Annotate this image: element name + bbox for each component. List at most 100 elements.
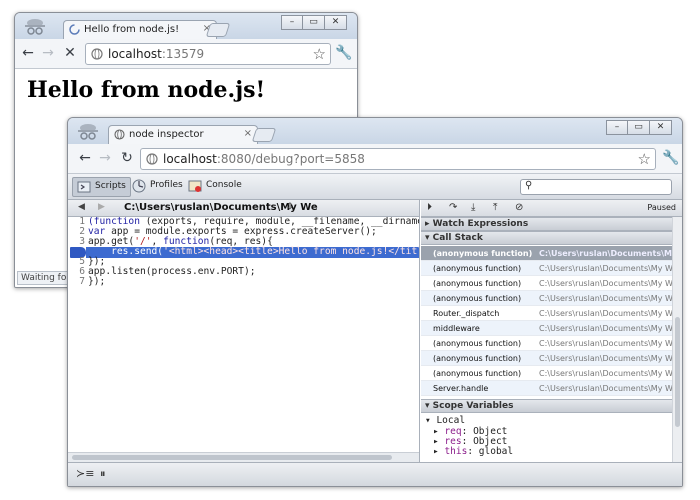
call-frame[interactable]: (anonymous function) C:\Users\ruslan\Docu… [421, 336, 682, 351]
call-frame[interactable]: (anonymous function) C:\Users\ruslan\Docu… [421, 351, 682, 366]
frame-location: C:\Users\ruslan\Documents\My We... [539, 339, 683, 348]
tab-scripts[interactable]: Scripts [72, 177, 131, 197]
minimize-button[interactable]: – [281, 15, 303, 30]
step-over-icon[interactable]: ↷ [449, 202, 457, 213]
incognito-icon [25, 19, 45, 35]
scope-var-this[interactable]: ▸ this: global [433, 446, 513, 457]
horizontal-scrollbar[interactable] [68, 452, 419, 462]
console-toggle-icon[interactable]: ≻≡ [76, 467, 94, 480]
source-pane: ◀ ▶ C:\Users\ruslan\Documents\My We ⇕ 1 … [68, 200, 420, 462]
globe-icon [146, 153, 158, 165]
minimize-button[interactable]: – [606, 120, 628, 135]
frame-location: C:\Users\ruslan\Documents\My We... [539, 264, 683, 273]
code-line: app.listen(process.env.PORT); [88, 266, 256, 277]
search-input[interactable]: ⚲ [520, 179, 672, 195]
tab-hello[interactable]: Hello from node.js! × [63, 20, 217, 40]
incognito-icon [78, 124, 98, 140]
url-port: :13579 [161, 47, 205, 61]
window-controls: – ▭ ✕ [606, 120, 672, 135]
paused-status: Paused [647, 203, 676, 212]
status-bubble: Waiting for [17, 271, 75, 285]
scope-variables-header[interactable]: ▾ Scope Variables [421, 399, 682, 413]
bookmark-star-icon[interactable]: ☆ [313, 45, 326, 63]
devtools-panel: Scripts Profiles Console ⚲ ◀ ▶ C:\Users\… [68, 174, 682, 486]
address-bar[interactable]: localhost:8080/debug?port=5858 ☆ [140, 148, 656, 170]
frame-location: C:\Users\ruslan\Documents\My We... [539, 309, 683, 318]
line-number[interactable]: 3 [68, 237, 85, 247]
tab-console[interactable]: Console [184, 177, 246, 197]
step-out-icon[interactable]: ⤒ [493, 202, 497, 213]
file-selector-arrows-icon[interactable]: ⇕ [286, 202, 294, 212]
step-into-icon[interactable]: ⤓ [471, 202, 475, 213]
browser-toolbar: ← → ↻ localhost:8080/debug?port=5858 ☆ 🔧 [68, 144, 682, 174]
new-tab-button[interactable] [205, 23, 231, 37]
call-frame[interactable]: Router._dispatch C:\Users\ruslan\Document… [421, 306, 682, 321]
call-frame[interactable]: (anonymous function) C:\Users\ruslan\Docu… [421, 366, 682, 381]
frame-location: C:\Users\ruslan\Documents\My We... [539, 279, 683, 288]
close-button[interactable]: ✕ [325, 15, 347, 30]
call-frame[interactable]: (anonymous function) C:\Users\ruslan\Docu… [421, 291, 682, 306]
globe-icon [91, 48, 103, 60]
line-number[interactable]: 7 [68, 277, 85, 287]
close-button[interactable]: ✕ [650, 120, 672, 135]
tab-title: node inspector [129, 129, 204, 140]
wrench-icon[interactable]: 🔧 [662, 150, 679, 166]
watch-expressions-header[interactable]: ▸ Watch Expressions [421, 217, 682, 231]
debugger-toolbar: ⏵ ↷ ⤓ ⤒ ⊘ Paused [421, 200, 682, 217]
bookmark-star-icon[interactable]: ☆ [638, 150, 651, 168]
call-frame[interactable]: (anonymous function) C:\Users\ruslan\Docu… [421, 276, 682, 291]
frame-function: (anonymous function) [433, 279, 522, 288]
address-bar[interactable]: localhost:13579 ☆ [85, 43, 331, 65]
forward-arrow-icon[interactable]: ▶ [98, 202, 105, 212]
back-arrow-icon[interactable]: ← [19, 45, 37, 61]
frame-location: C:\Users\ruslan\Documents\My We... [539, 249, 682, 258]
wrench-icon[interactable]: 🔧 [335, 45, 352, 61]
tab-profiles[interactable]: Profiles [128, 177, 187, 197]
vertical-scrollbar[interactable] [672, 217, 682, 462]
frame-location: C:\Users\ruslan\Documents\My We... [539, 324, 683, 333]
code-editor[interactable]: 1 (function (exports, require, module, _… [68, 217, 419, 452]
reload-icon[interactable]: ↻ [118, 150, 136, 166]
pause-on-exceptions-icon[interactable]: ⏸ [100, 467, 106, 481]
forward-arrow-icon[interactable]: → [96, 150, 114, 166]
frame-function: Server.handle [433, 384, 489, 393]
tab-label: Console [206, 180, 242, 190]
call-frame[interactable]: middleware C:\Users\ruslan\Documents\My W… [421, 321, 682, 336]
frame-location: C:\Users\ruslan\Documents\My We... [539, 294, 683, 303]
debugger-sidebar: ⏵ ↷ ⤓ ⤒ ⊘ Paused ▸ Watch Expressions ▾ C… [421, 200, 682, 462]
scripts-icon [77, 181, 91, 193]
resume-icon[interactable]: ⏵ [427, 202, 432, 213]
new-tab-button[interactable] [251, 128, 277, 142]
stop-icon[interactable]: ✕ [61, 45, 79, 61]
window-controls: – ▭ ✕ [281, 15, 347, 30]
call-frame[interactable]: Server.handle C:\Users\ruslan\Documents\M… [421, 381, 682, 396]
maximize-button[interactable]: ▭ [303, 15, 325, 30]
browser-window-inspector: node inspector × – ▭ ✕ ← → ↻ localhost:8… [67, 117, 683, 487]
profiles-icon [132, 179, 146, 193]
title-bar[interactable]: node inspector × – ▭ ✕ [68, 118, 682, 145]
frame-location: C:\Users\ruslan\Documents\My We... [539, 369, 683, 378]
code-line: res.send('<html><head><title>Hello from … [88, 246, 419, 257]
loading-icon [69, 24, 80, 35]
devtools-statusbar: ≻≡ ⏸ [68, 462, 682, 486]
tab-close-icon[interactable]: × [244, 128, 252, 139]
frame-location: C:\Users\ruslan\Documents\My We... [539, 354, 683, 363]
console-icon [188, 180, 202, 192]
back-arrow-icon[interactable]: ← [76, 150, 94, 166]
devtools-tabbar: Scripts Profiles Console ⚲ [68, 174, 682, 200]
tab-node-inspector[interactable]: node inspector × [108, 125, 258, 145]
deactivate-breakpoints-icon[interactable]: ⊘ [515, 202, 523, 213]
search-icon: ⚲ [525, 180, 533, 191]
globe-icon [114, 129, 125, 140]
page-heading: Hello from node.js! [27, 77, 266, 103]
forward-arrow-icon[interactable]: → [39, 45, 57, 61]
frame-function: (anonymous function) [433, 264, 522, 273]
call-frame[interactable]: (anonymous function) C:\Users\ruslan\Docu… [421, 261, 682, 276]
browser-toolbar: ← → ✕ localhost:13579 ☆ 🔧 [15, 39, 357, 69]
scope-local[interactable]: ▾ Local [425, 415, 465, 426]
call-frame[interactable]: (anonymous function) C:\Users\ruslan\Docu… [421, 246, 682, 261]
call-stack-header[interactable]: ▾ Call Stack [421, 231, 682, 245]
title-bar[interactable]: Hello from node.js! × – ▭ ✕ [15, 13, 357, 40]
back-arrow-icon[interactable]: ◀ [78, 202, 85, 212]
maximize-button[interactable]: ▭ [628, 120, 650, 135]
